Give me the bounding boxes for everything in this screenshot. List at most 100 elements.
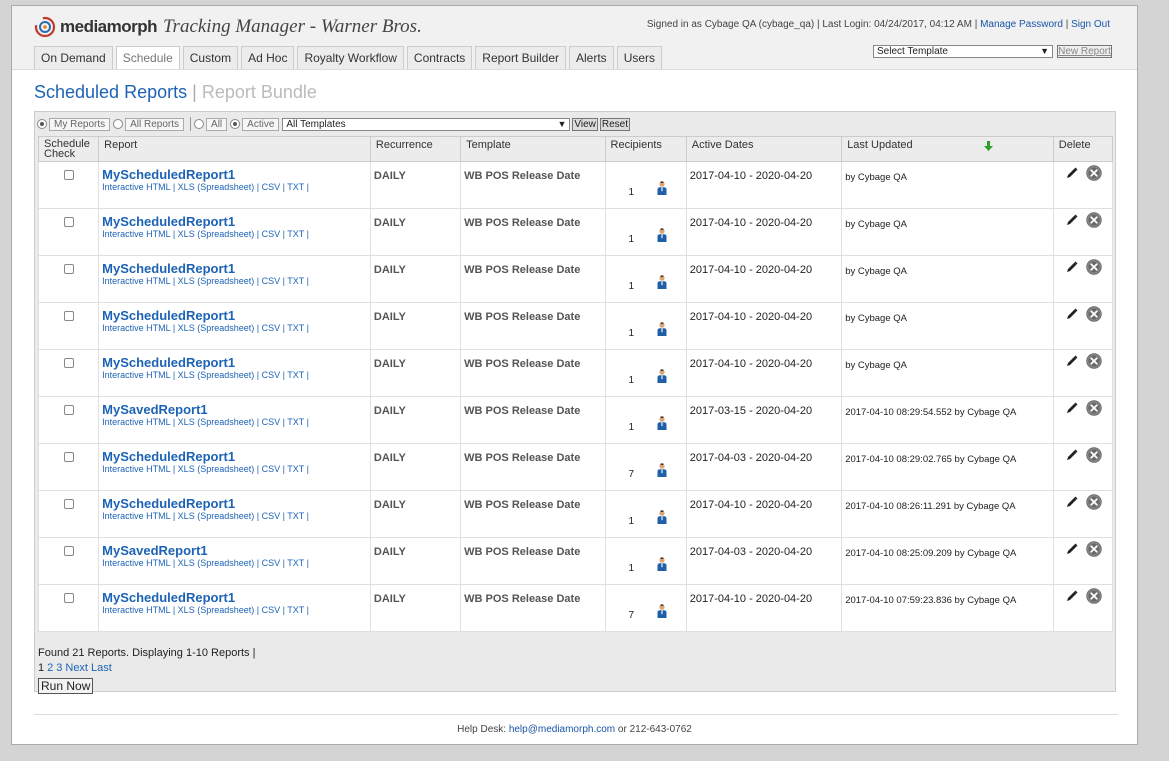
report-format-links[interactable]: Interactive HTML | XLS (Spreadsheet) | C… (102, 605, 367, 616)
manage-password-link[interactable]: Manage Password (980, 19, 1063, 30)
schedule-checkbox[interactable] (63, 546, 74, 556)
page-link-3[interactable]: 3 (56, 662, 62, 674)
my-reports-label[interactable]: My Reports (49, 117, 111, 131)
tab-schedule[interactable]: Schedule (115, 46, 180, 69)
new-report-button[interactable]: New Report (1057, 45, 1112, 58)
edit-pencil-icon[interactable] (1066, 590, 1078, 605)
person-icon[interactable] (657, 416, 667, 433)
report-name-link[interactable]: MyScheduledReport1 (102, 215, 367, 229)
delete-icon[interactable] (1086, 165, 1102, 184)
schedule-checkbox[interactable] (63, 499, 74, 509)
person-icon[interactable] (657, 322, 667, 339)
edit-pencil-icon[interactable] (1066, 167, 1078, 182)
report-name-link[interactable]: MySavedReport1 (102, 403, 367, 417)
report-format-links[interactable]: Interactive HTML | XLS (Spreadsheet) | C… (102, 370, 367, 381)
report-format-links[interactable]: Interactive HTML | XLS (Spreadsheet) | C… (102, 276, 367, 287)
person-icon[interactable] (657, 369, 667, 386)
delete-icon[interactable] (1086, 353, 1102, 372)
schedule-checkbox[interactable] (63, 170, 74, 180)
delete-icon[interactable] (1086, 306, 1102, 325)
sort-descending-icon[interactable] (984, 141, 994, 154)
my-reports-radio[interactable] (37, 119, 47, 129)
edit-pencil-icon[interactable] (1066, 402, 1078, 417)
sign-out-link[interactable]: Sign Out (1071, 19, 1110, 30)
all-reports-radio[interactable] (113, 119, 124, 129)
report-format-links[interactable]: Interactive HTML | XLS (Spreadsheet) | C… (102, 229, 367, 240)
view-button[interactable]: View (572, 117, 598, 131)
delete-icon[interactable] (1086, 400, 1102, 419)
edit-pencil-icon[interactable] (1066, 261, 1078, 276)
delete-icon[interactable] (1086, 588, 1102, 607)
row-check-cell (37, 161, 100, 209)
schedule-checkbox[interactable] (63, 405, 74, 415)
reset-button[interactable]: Reset (599, 117, 631, 131)
schedule-checkbox[interactable] (63, 358, 74, 368)
delete-cell (1052, 208, 1114, 256)
delete-icon[interactable] (1086, 212, 1102, 231)
edit-pencil-icon[interactable] (1066, 214, 1078, 229)
schedule-checkbox[interactable] (63, 311, 74, 321)
report-format-links[interactable]: Interactive HTML | XLS (Spreadsheet) | C… (102, 511, 367, 522)
report-name-link[interactable]: MyScheduledReport1 (102, 262, 367, 276)
tab-royalty-workflow[interactable]: Royalty Workflow (297, 46, 404, 69)
person-icon[interactable] (657, 510, 667, 527)
report-name-link[interactable]: MyScheduledReport1 (102, 450, 367, 464)
tab-report-builder[interactable]: Report Builder (475, 46, 566, 69)
scheduled-reports-title[interactable]: Scheduled Reports (34, 82, 187, 102)
schedule-checkbox[interactable] (63, 217, 74, 227)
tab-contracts[interactable]: Contracts (406, 46, 473, 69)
page-link-2[interactable]: 2 (47, 662, 53, 674)
edit-pencil-icon[interactable] (1066, 449, 1078, 464)
tab-ad-hoc[interactable]: Ad Hoc (241, 46, 295, 69)
help-email-link[interactable]: help@mediamorph.com (509, 724, 615, 735)
report-name-link[interactable]: MyScheduledReport1 (102, 497, 367, 511)
select-template-dropdown[interactable]: Select Template ▼ (873, 45, 1053, 58)
all-label[interactable]: All (206, 117, 228, 131)
last-page-link[interactable]: Last (91, 662, 112, 674)
edit-pencil-icon[interactable] (1066, 496, 1078, 511)
tab-on-demand[interactable]: On Demand (34, 46, 113, 69)
schedule-checkbox[interactable] (63, 264, 74, 274)
report-format-links[interactable]: Interactive HTML | XLS (Spreadsheet) | C… (102, 417, 367, 428)
person-icon[interactable] (657, 228, 667, 245)
delete-icon[interactable] (1086, 447, 1102, 466)
schedule-checkbox[interactable] (63, 452, 74, 462)
edit-pencil-icon[interactable] (1066, 355, 1078, 370)
report-name-link[interactable]: MySavedReport1 (102, 544, 367, 558)
delete-icon[interactable] (1086, 259, 1102, 278)
report-bundle-link[interactable]: Report Bundle (202, 82, 317, 102)
all-radio[interactable] (194, 119, 205, 129)
delete-icon[interactable] (1086, 541, 1102, 560)
tab-users[interactable]: Users (616, 46, 663, 69)
schedule-checkbox[interactable] (63, 593, 74, 603)
active-radio[interactable] (230, 119, 241, 129)
person-icon[interactable] (657, 181, 667, 198)
all-reports-label[interactable]: All Reports (125, 117, 185, 131)
person-icon[interactable] (657, 275, 667, 292)
last-updated-cell: by Cybage QA (841, 302, 1054, 350)
active-label[interactable]: Active (242, 117, 280, 131)
person-icon[interactable] (657, 463, 667, 480)
report-format-links[interactable]: Interactive HTML | XLS (Spreadsheet) | C… (102, 464, 367, 475)
edit-pencil-icon[interactable] (1066, 543, 1078, 558)
edit-pencil-icon[interactable] (1066, 308, 1078, 323)
person-icon[interactable] (657, 557, 667, 574)
results-summary: Found 21 Reports. Displaying 1-10 Report… (38, 647, 256, 659)
report-format-links[interactable]: Interactive HTML | XLS (Spreadsheet) | C… (102, 323, 367, 334)
report-format-links[interactable]: Interactive HTML | XLS (Spreadsheet) | C… (102, 182, 367, 193)
recurrence-value: DAILY (373, 593, 406, 605)
tab-alerts[interactable]: Alerts (569, 46, 614, 69)
report-name-link[interactable]: MyScheduledReport1 (102, 168, 367, 182)
person-icon[interactable] (657, 604, 667, 621)
all-templates-dropdown[interactable]: All Templates ▼ (282, 117, 571, 131)
header-last-updated[interactable]: Last Updated (841, 136, 1054, 162)
delete-icon[interactable] (1086, 494, 1102, 513)
run-now-button[interactable]: Run Now (38, 678, 94, 694)
report-name-link[interactable]: MyScheduledReport1 (102, 356, 367, 370)
report-name-link[interactable]: MyScheduledReport1 (102, 591, 367, 605)
tab-custom[interactable]: Custom (182, 46, 239, 69)
next-page-link[interactable]: Next (65, 662, 88, 674)
recurrence-value: DAILY (373, 264, 406, 276)
report-name-link[interactable]: MyScheduledReport1 (102, 309, 367, 323)
report-format-links[interactable]: Interactive HTML | XLS (Spreadsheet) | C… (102, 558, 367, 569)
